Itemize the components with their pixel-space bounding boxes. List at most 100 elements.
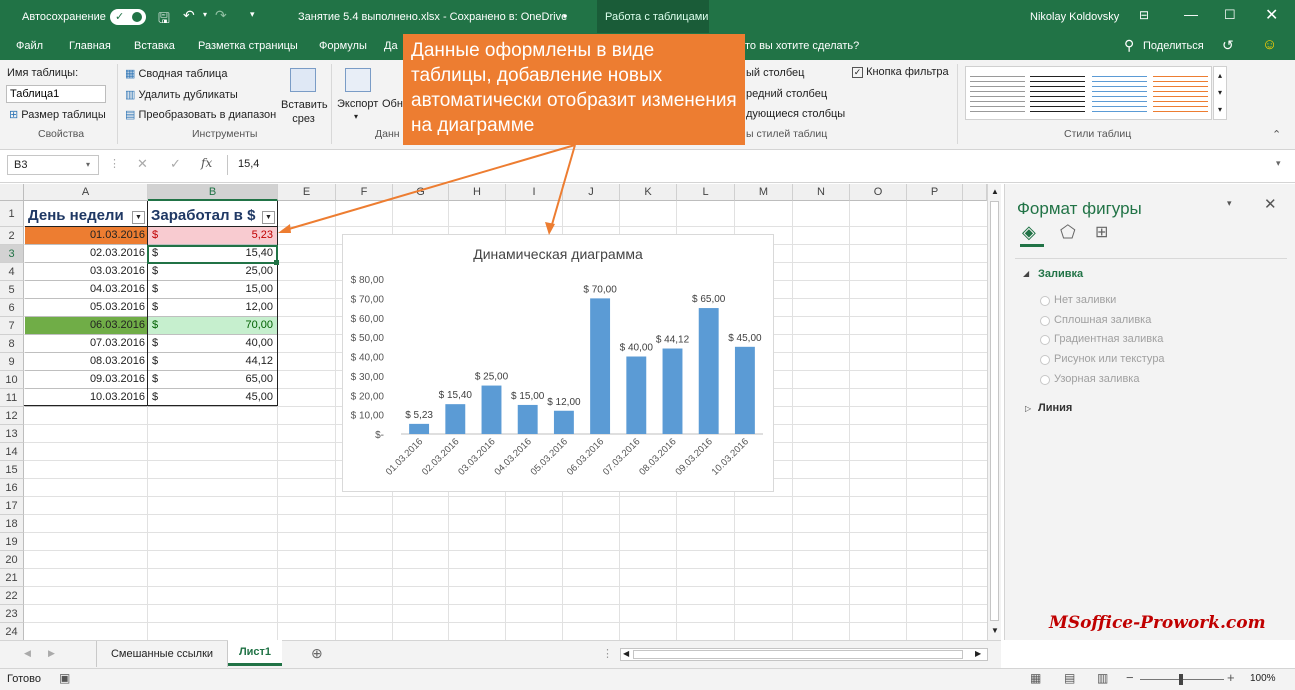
date-cell[interactable]: 07.03.2016 [25, 335, 147, 353]
fill-option[interactable]: Рисунок или текстура [1054, 353, 1165, 365]
hscroll-thumb[interactable] [633, 650, 963, 659]
size-properties-icon[interactable]: ⊞ [1095, 222, 1108, 242]
amount-cell[interactable]: $65,00 [148, 371, 277, 389]
undo-dropdown-icon[interactable]: ▾ [203, 10, 207, 19]
filter-button-checkbox[interactable]: ✓ Кнопка фильтра [852, 66, 949, 78]
insert-slicer-button[interactable]: Вставить срез [281, 98, 328, 126]
selected-cell-b3[interactable] [147, 245, 278, 264]
expand-formula-icon[interactable]: ▾ [1276, 158, 1281, 169]
row-header-15[interactable]: 15 [0, 461, 24, 479]
normal-view-icon[interactable]: ▦ [1030, 671, 1041, 685]
maximize-icon[interactable]: ☐ [1224, 7, 1236, 23]
row-header-4[interactable]: 4 [0, 263, 24, 281]
column-header-k[interactable]: K [620, 184, 677, 201]
undo-icon[interactable]: ↶ [183, 7, 195, 24]
row-header-13[interactable]: 13 [0, 425, 24, 443]
fill-option[interactable]: Узорная заливка [1054, 373, 1139, 385]
option-first-column[interactable]: ый столбец [746, 67, 804, 79]
filter-dropdown-a-icon[interactable]: ▼ [132, 211, 145, 224]
bar-05.03.2016[interactable] [553, 410, 574, 434]
name-box[interactable]: B3 ▾ [7, 155, 99, 175]
smiley-feedback-icon[interactable]: ☺ [1262, 36, 1277, 53]
scroll-thumb[interactable] [990, 201, 999, 621]
row-header-12[interactable]: 12 [0, 407, 24, 425]
sheet-tab-active[interactable]: Лист1 [228, 640, 282, 666]
export-dropdown-icon[interactable]: ▾ [354, 112, 358, 121]
row-header-14[interactable]: 14 [0, 443, 24, 461]
amount-cell[interactable]: $25,00 [148, 263, 277, 281]
effects-icon[interactable]: ⬠ [1060, 222, 1076, 243]
collapse-ribbon-icon[interactable]: ⌃ [1272, 128, 1281, 141]
radio-option[interactable] [1040, 374, 1050, 385]
amount-cell[interactable]: $15,00 [148, 281, 277, 299]
amount-cell[interactable]: $5,23 [148, 227, 277, 245]
header-cell-b[interactable]: Заработал в $ [148, 206, 277, 227]
row-header-20[interactable]: 20 [0, 551, 24, 569]
table-name-input[interactable] [6, 85, 106, 103]
date-cell[interactable]: 08.03.2016 [25, 353, 147, 371]
pivot-table-button[interactable]: ▦ Сводная таблица [125, 67, 227, 80]
fill-option[interactable]: Нет заливки [1054, 294, 1116, 306]
radio-option[interactable] [1040, 355, 1050, 366]
row-header-6[interactable]: 6 [0, 299, 24, 317]
tab-scroll-right-icon[interactable]: ▶ [48, 648, 55, 659]
history-icon[interactable]: ↺ [1222, 37, 1234, 54]
fill-handle[interactable] [274, 260, 279, 265]
fill-option[interactable]: Градиентная заливка [1054, 333, 1163, 345]
bar-08.03.2016[interactable] [662, 348, 683, 434]
vertical-scrollbar[interactable]: ▲ ▼ [987, 184, 1001, 640]
bar-07.03.2016[interactable] [626, 356, 647, 435]
tab-home[interactable]: Главная [69, 40, 111, 52]
column-header-j[interactable]: J [563, 184, 620, 201]
filter-dropdown-b-icon[interactable]: ▼ [262, 211, 275, 224]
macro-record-icon[interactable]: ▣ [59, 671, 70, 685]
remove-duplicates-button[interactable]: ▥ Удалить дубликаты [125, 88, 238, 101]
table-style-orange[interactable] [1153, 72, 1208, 114]
page-layout-view-icon[interactable]: ▤ [1064, 671, 1075, 685]
row-header-16[interactable]: 16 [0, 479, 24, 497]
row-header-19[interactable]: 19 [0, 533, 24, 551]
fill-line-icon[interactable]: ◈ [1022, 222, 1036, 243]
select-all-corner[interactable] [0, 184, 24, 201]
page-break-view-icon[interactable]: ▥ [1097, 671, 1108, 685]
bar-10.03.2016[interactable] [734, 346, 755, 434]
share-person-icon[interactable]: ⚲ [1124, 37, 1134, 54]
column-header-a[interactable]: A [24, 184, 148, 201]
bar-09.03.2016[interactable] [698, 308, 719, 434]
amount-cell[interactable]: $12,00 [148, 299, 277, 317]
bar-03.03.2016[interactable] [481, 385, 502, 434]
export-button[interactable]: Экспорт [337, 98, 378, 110]
row-header-23[interactable]: 23 [0, 605, 24, 623]
row-header-3[interactable]: 3 [0, 245, 24, 263]
zoom-out-icon[interactable]: − [1126, 670, 1134, 685]
chart-area[interactable]: Динамическая диаграмма $ 80,00 $ 70,00 $ 6… [342, 234, 774, 492]
line-section-header[interactable]: Линия [1038, 402, 1072, 414]
tab-data[interactable]: Да [384, 40, 398, 52]
header-cell-a[interactable]: День недели [25, 206, 147, 227]
save-icon[interactable]: 🖫 [158, 8, 170, 32]
enter-icon[interactable]: ✓ [170, 156, 181, 172]
date-cell[interactable]: 03.03.2016 [25, 263, 147, 281]
date-cell[interactable]: 04.03.2016 [25, 281, 147, 299]
zoom-level[interactable]: 100% [1250, 673, 1276, 684]
tab-page-layout[interactable]: Разметка страницы [198, 40, 298, 52]
radio-option[interactable] [1040, 296, 1050, 306]
tab-formulas[interactable]: Формулы [319, 40, 367, 52]
date-cell[interactable]: 02.03.2016 [25, 245, 147, 263]
row-header-24[interactable]: 24 [0, 623, 24, 641]
row-header-22[interactable]: 22 [0, 587, 24, 605]
column-header-e[interactable]: E [278, 184, 336, 201]
radio-option[interactable] [1040, 335, 1050, 346]
row-header-8[interactable]: 8 [0, 335, 24, 353]
date-cell[interactable]: 05.03.2016 [25, 299, 147, 317]
pane-options-icon[interactable]: ▾ [1227, 198, 1232, 209]
share-button[interactable]: Поделиться [1143, 40, 1204, 52]
row-header-18[interactable]: 18 [0, 515, 24, 533]
table-styles-gallery[interactable] [965, 66, 1212, 120]
row-header-9[interactable]: 9 [0, 353, 24, 371]
hscroll-right-icon[interactable]: ▶ [975, 649, 981, 658]
resize-table-button[interactable]: ⊞ Размер таблицы [9, 108, 106, 121]
user-name[interactable]: Nikolay Koldovsky [1030, 11, 1119, 23]
row-header-7[interactable]: 7 [0, 317, 24, 335]
tab-scroll-left-icon[interactable]: ◀ [24, 648, 31, 659]
